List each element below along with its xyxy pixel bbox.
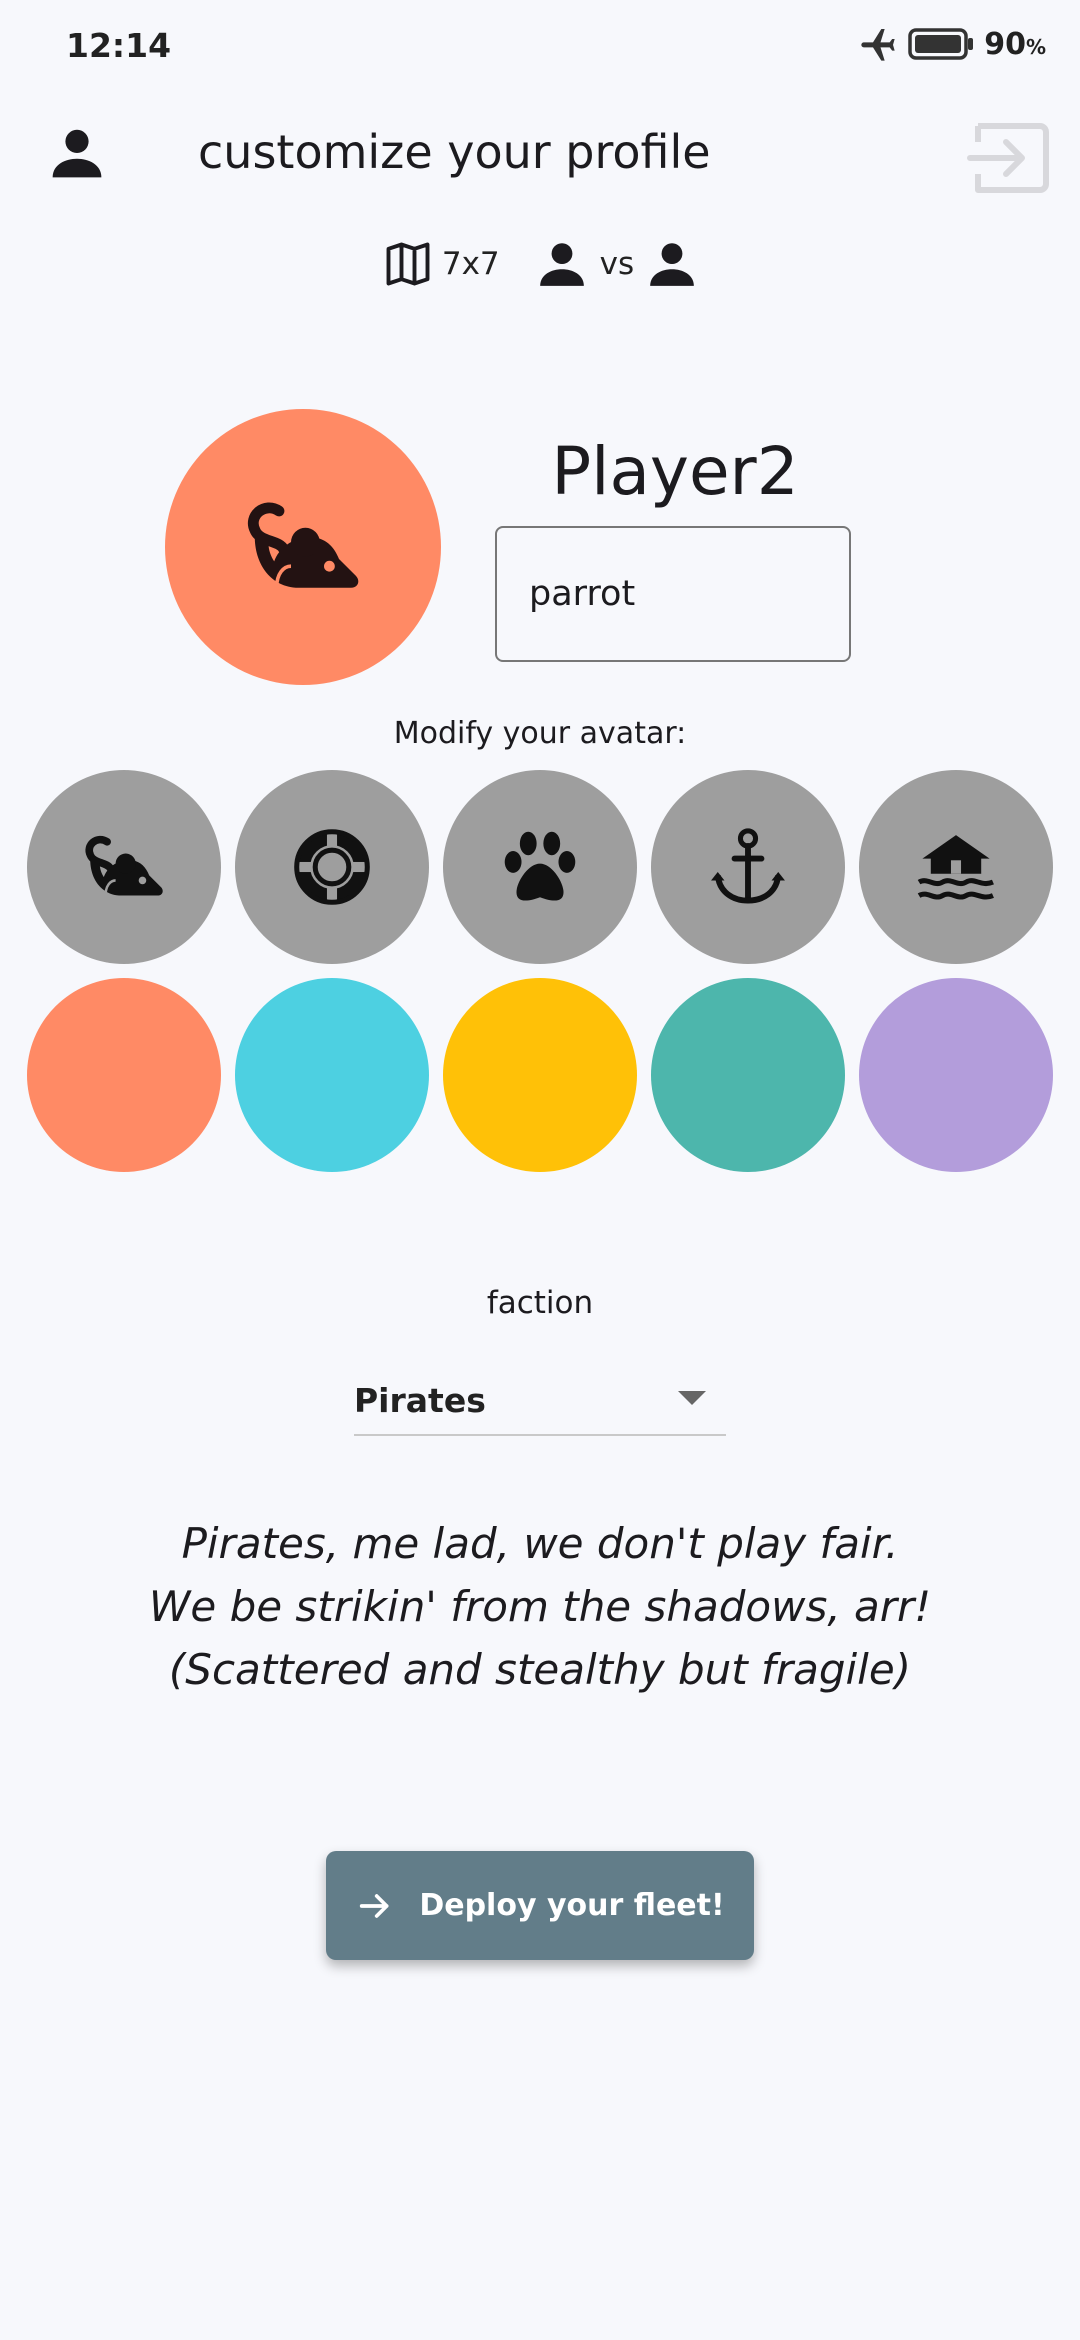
house-flood-icon xyxy=(917,835,994,900)
color-option-cyan[interactable] xyxy=(235,978,429,1172)
avatar-option-paw[interactable] xyxy=(443,770,637,964)
faction-dropdown[interactable]: Pirates xyxy=(354,1362,726,1436)
deploy-fleet-label: Deploy your fleet! xyxy=(419,1888,725,1923)
person-icon xyxy=(536,238,588,290)
modify-avatar-label: Modify your avatar: xyxy=(393,716,687,751)
status-time: 12:14 xyxy=(66,26,172,65)
game-info: 7x7 vs xyxy=(0,238,1080,290)
battery-percent: 90% xyxy=(984,26,1046,62)
exit-button[interactable] xyxy=(966,116,1056,200)
page-title: customize your profile xyxy=(198,125,711,179)
current-avatar xyxy=(165,409,441,685)
color-option-amber[interactable] xyxy=(443,978,637,1172)
airplane-mode-icon xyxy=(861,29,895,61)
life-ring-icon xyxy=(294,829,370,905)
rat-icon xyxy=(82,825,166,909)
anchor-icon xyxy=(711,828,785,904)
person-icon xyxy=(646,238,698,290)
player-name: Player2 xyxy=(551,433,799,510)
color-option-teal[interactable] xyxy=(651,978,845,1172)
nickname-input-value: parrot xyxy=(529,574,636,614)
color-option-orange[interactable] xyxy=(27,978,221,1172)
faction-label: faction xyxy=(486,1285,594,1321)
avatar-option-anchor[interactable] xyxy=(651,770,845,964)
arrow-right-icon xyxy=(360,1893,389,1918)
deploy-fleet-button[interactable]: Deploy your fleet! xyxy=(326,1851,754,1960)
faction-description-line: Pirates, me lad, we don't play fair. xyxy=(181,1519,899,1568)
rat-icon xyxy=(243,487,363,607)
nickname-input[interactable]: parrot xyxy=(495,526,851,662)
status-icons: 90% xyxy=(858,24,1046,64)
faction-selected-value: Pirates xyxy=(354,1380,486,1420)
battery-icon xyxy=(908,28,974,60)
profile-person-icon[interactable] xyxy=(48,124,106,182)
caret-down-icon xyxy=(678,1391,706,1405)
avatar-option-rat[interactable] xyxy=(27,770,221,964)
avatar-icon-options xyxy=(27,770,1053,964)
map-size-label: 7x7 xyxy=(441,246,500,282)
faction-description: Pirates, me lad, we don't play fair. We … xyxy=(0,1512,1080,1701)
avatar-color-options xyxy=(27,978,1053,1172)
avatar-option-house-flood[interactable] xyxy=(859,770,1053,964)
faction-description-line: We be strikin' from the shadows, arr! xyxy=(148,1582,932,1631)
avatar-option-life-ring[interactable] xyxy=(235,770,429,964)
exit-icon xyxy=(967,123,1049,193)
faction-description-line: (Scattered and stealthy but fragile) xyxy=(168,1645,912,1694)
map-icon xyxy=(386,242,430,286)
versus-label: vs xyxy=(599,246,635,282)
versus-info: vs xyxy=(536,238,699,290)
color-option-lavender[interactable] xyxy=(859,978,1053,1172)
paw-icon xyxy=(504,831,576,901)
map-size-info: 7x7 xyxy=(382,238,500,290)
